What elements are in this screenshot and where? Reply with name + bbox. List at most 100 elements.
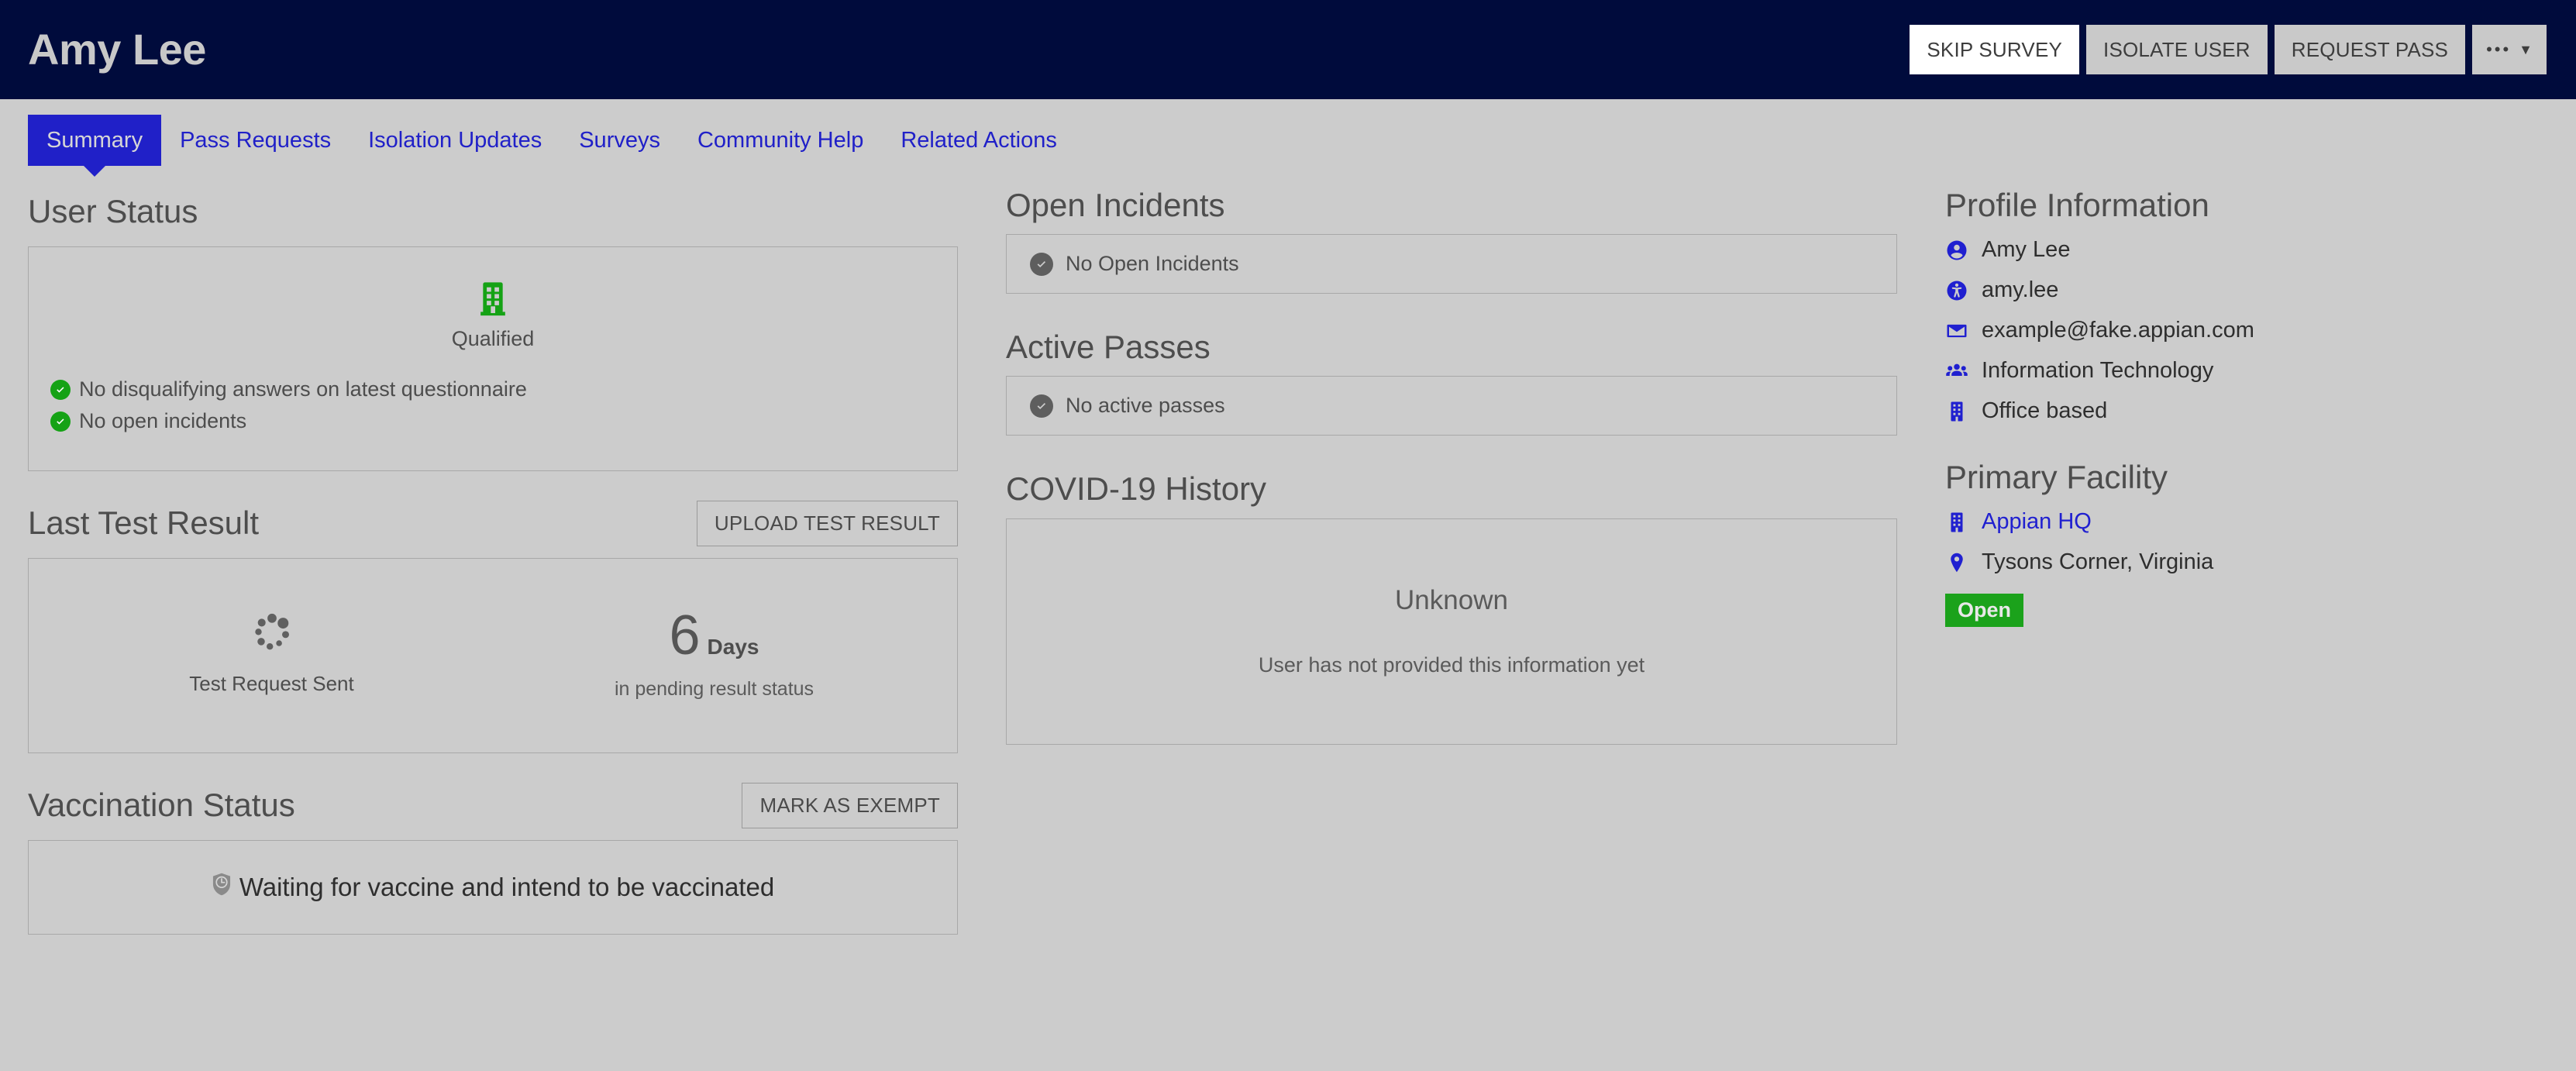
header-actions: SKIP SURVEY ISOLATE USER REQUEST PASS ••… (1910, 25, 2547, 74)
open-incidents-message: No Open Incidents (1066, 252, 1239, 276)
days-status-label: in pending result status (614, 677, 814, 700)
profile-username-text: amy.lee (1982, 277, 2059, 303)
tab-pass-requests[interactable]: Pass Requests (161, 115, 350, 166)
vaccination-card: Waiting for vaccine and intend to be vac… (28, 840, 958, 935)
open-incidents-card: No Open Incidents (1006, 234, 1897, 294)
facility-location-text: Tysons Corner, Virginia (1982, 549, 2214, 575)
ellipsis-icon: ••• (2486, 40, 2512, 59)
tab-summary[interactable]: Summary (28, 115, 162, 166)
profile-username-row: amy.lee (1945, 277, 2426, 303)
middle-column: Open Incidents No Open Incidents Active … (1006, 187, 1897, 780)
left-column: User Status Qualified No disqualifying a… (28, 188, 958, 935)
tab-surveys[interactable]: Surveys (560, 115, 679, 166)
test-request-status: Test Request Sent (50, 611, 493, 701)
spinner-icon (250, 611, 294, 658)
user-circle-icon (1945, 239, 1968, 262)
covid-history-block: COVID-19 History Unknown User has not pr… (1006, 470, 1897, 745)
right-column: Profile Information Amy Lee amy.lee exam… (1945, 187, 2426, 628)
mark-as-exempt-button[interactable]: MARK AS EXEMPT (742, 782, 958, 828)
tab-related-actions[interactable]: Related Actions (882, 115, 1076, 166)
last-test-header: Last Test Result UPLOAD TEST RESULT (28, 499, 958, 547)
open-incidents-block: Open Incidents No Open Incidents (1006, 187, 1897, 294)
test-request-label: Test Request Sent (189, 672, 354, 696)
shield-clock-icon (212, 872, 232, 903)
check-circle-icon (50, 379, 71, 400)
list-item-label: No disqualifying answers on latest quest… (79, 377, 527, 401)
user-status-hero: Qualified (50, 280, 935, 351)
tab-label: Related Actions (901, 127, 1057, 153)
check-circle-icon (1030, 394, 1053, 418)
vaccination-status-row: Waiting for vaccine and intend to be vac… (212, 872, 774, 903)
facility-name-row[interactable]: Appian HQ (1945, 509, 2426, 535)
active-passes-title: Active Passes (1006, 329, 1211, 366)
profile-name-text: Amy Lee (1982, 237, 2071, 263)
primary-facility-title: Primary Facility (1945, 459, 2168, 496)
active-passes-card: No active passes (1006, 376, 1897, 436)
covid-history-card: Unknown User has not provided this infor… (1006, 518, 1897, 745)
profile-department-row: Information Technology (1945, 358, 2426, 384)
upload-test-result-button[interactable]: UPLOAD TEST RESULT (696, 500, 958, 546)
profile-name-row: Amy Lee (1945, 237, 2426, 263)
profile-worklocation-text: Office based (1982, 398, 2108, 424)
user-status-header: User Status (28, 188, 958, 236)
tab-bar: Summary Pass Requests Isolation Updates … (0, 115, 2576, 166)
user-status-title: User Status (28, 192, 198, 229)
days-count: 6 (669, 604, 701, 667)
accessibility-icon (1945, 279, 1968, 302)
vaccination-header: Vaccination Status MARK AS EXEMPT (28, 781, 958, 829)
facility-name-link[interactable]: Appian HQ (1982, 509, 2092, 535)
status-badge: Open (1945, 594, 2024, 628)
isolate-user-button[interactable]: ISOLATE USER (2086, 25, 2268, 74)
last-test-title: Last Test Result (28, 504, 260, 541)
days-value-row: 6 Days (669, 604, 759, 667)
primary-facility-list: Appian HQ Tysons Corner, Virginia (1945, 509, 2426, 575)
user-status-checklist: No disqualifying answers on latest quest… (50, 377, 935, 433)
pending-days: 6 Days in pending result status (493, 604, 935, 701)
days-unit: Days (707, 635, 759, 659)
profile-email-text: example@fake.appian.com (1982, 318, 2254, 343)
envelope-icon (1945, 319, 1968, 343)
tab-label: Isolation Updates (368, 127, 542, 153)
profile-information-title: Profile Information (1945, 187, 2209, 223)
active-passes-message: No active passes (1066, 394, 1225, 418)
list-item-label: No open incidents (79, 409, 247, 432)
app-header: Amy Lee SKIP SURVEY ISOLATE USER REQUEST… (0, 0, 2576, 99)
open-incidents-title: Open Incidents (1006, 187, 1225, 223)
covid-history-sub: User has not provided this information y… (1258, 653, 1645, 677)
tab-label: Community Help (697, 127, 864, 153)
skip-survey-button[interactable]: SKIP SURVEY (1910, 25, 2080, 74)
last-test-card: Test Request Sent 6 Days in pending resu… (28, 558, 958, 753)
page-title: Amy Lee (28, 25, 206, 74)
vaccination-status-text: Waiting for vaccine and intend to be vac… (239, 873, 775, 901)
map-pin-icon (1945, 551, 1968, 574)
building-icon (1945, 511, 1968, 534)
facility-location-row: Tysons Corner, Virginia (1945, 549, 2426, 575)
building-icon (1945, 400, 1968, 423)
check-circle-icon (1030, 252, 1053, 276)
covid-history-main: Unknown (1395, 585, 1508, 616)
tab-label: Surveys (579, 127, 660, 153)
profile-department-text: Information Technology (1982, 358, 2214, 384)
main-content: User Status Qualified No disqualifying a… (0, 166, 2576, 935)
profile-information-list: Amy Lee amy.lee example@fake.appian.com … (1945, 237, 2426, 424)
vaccination-title: Vaccination Status (28, 786, 295, 823)
last-test-content: Test Request Sent 6 Days in pending resu… (50, 604, 935, 701)
user-status-card: Qualified No disqualifying answers on la… (28, 246, 958, 471)
user-status-label: Qualified (451, 327, 535, 350)
chevron-down-icon: ▼ (2519, 41, 2533, 57)
users-group-icon (1945, 360, 1968, 383)
request-pass-button[interactable]: REQUEST PASS (2274, 25, 2466, 74)
list-item: No open incidents (50, 409, 935, 433)
tab-community-help[interactable]: Community Help (679, 115, 882, 166)
building-icon (478, 280, 508, 321)
profile-email-row: example@fake.appian.com (1945, 318, 2426, 343)
tab-isolation-updates[interactable]: Isolation Updates (350, 115, 560, 166)
list-item: No disqualifying answers on latest quest… (50, 377, 935, 401)
more-actions-button[interactable]: ••• ▼ (2472, 25, 2547, 74)
active-passes-block: Active Passes No active passes (1006, 329, 1897, 436)
profile-worklocation-row: Office based (1945, 398, 2426, 424)
tab-label: Summary (46, 127, 143, 153)
tab-label: Pass Requests (180, 127, 332, 153)
check-circle-icon (50, 411, 71, 432)
covid-history-title: COVID-19 History (1006, 470, 1267, 508)
